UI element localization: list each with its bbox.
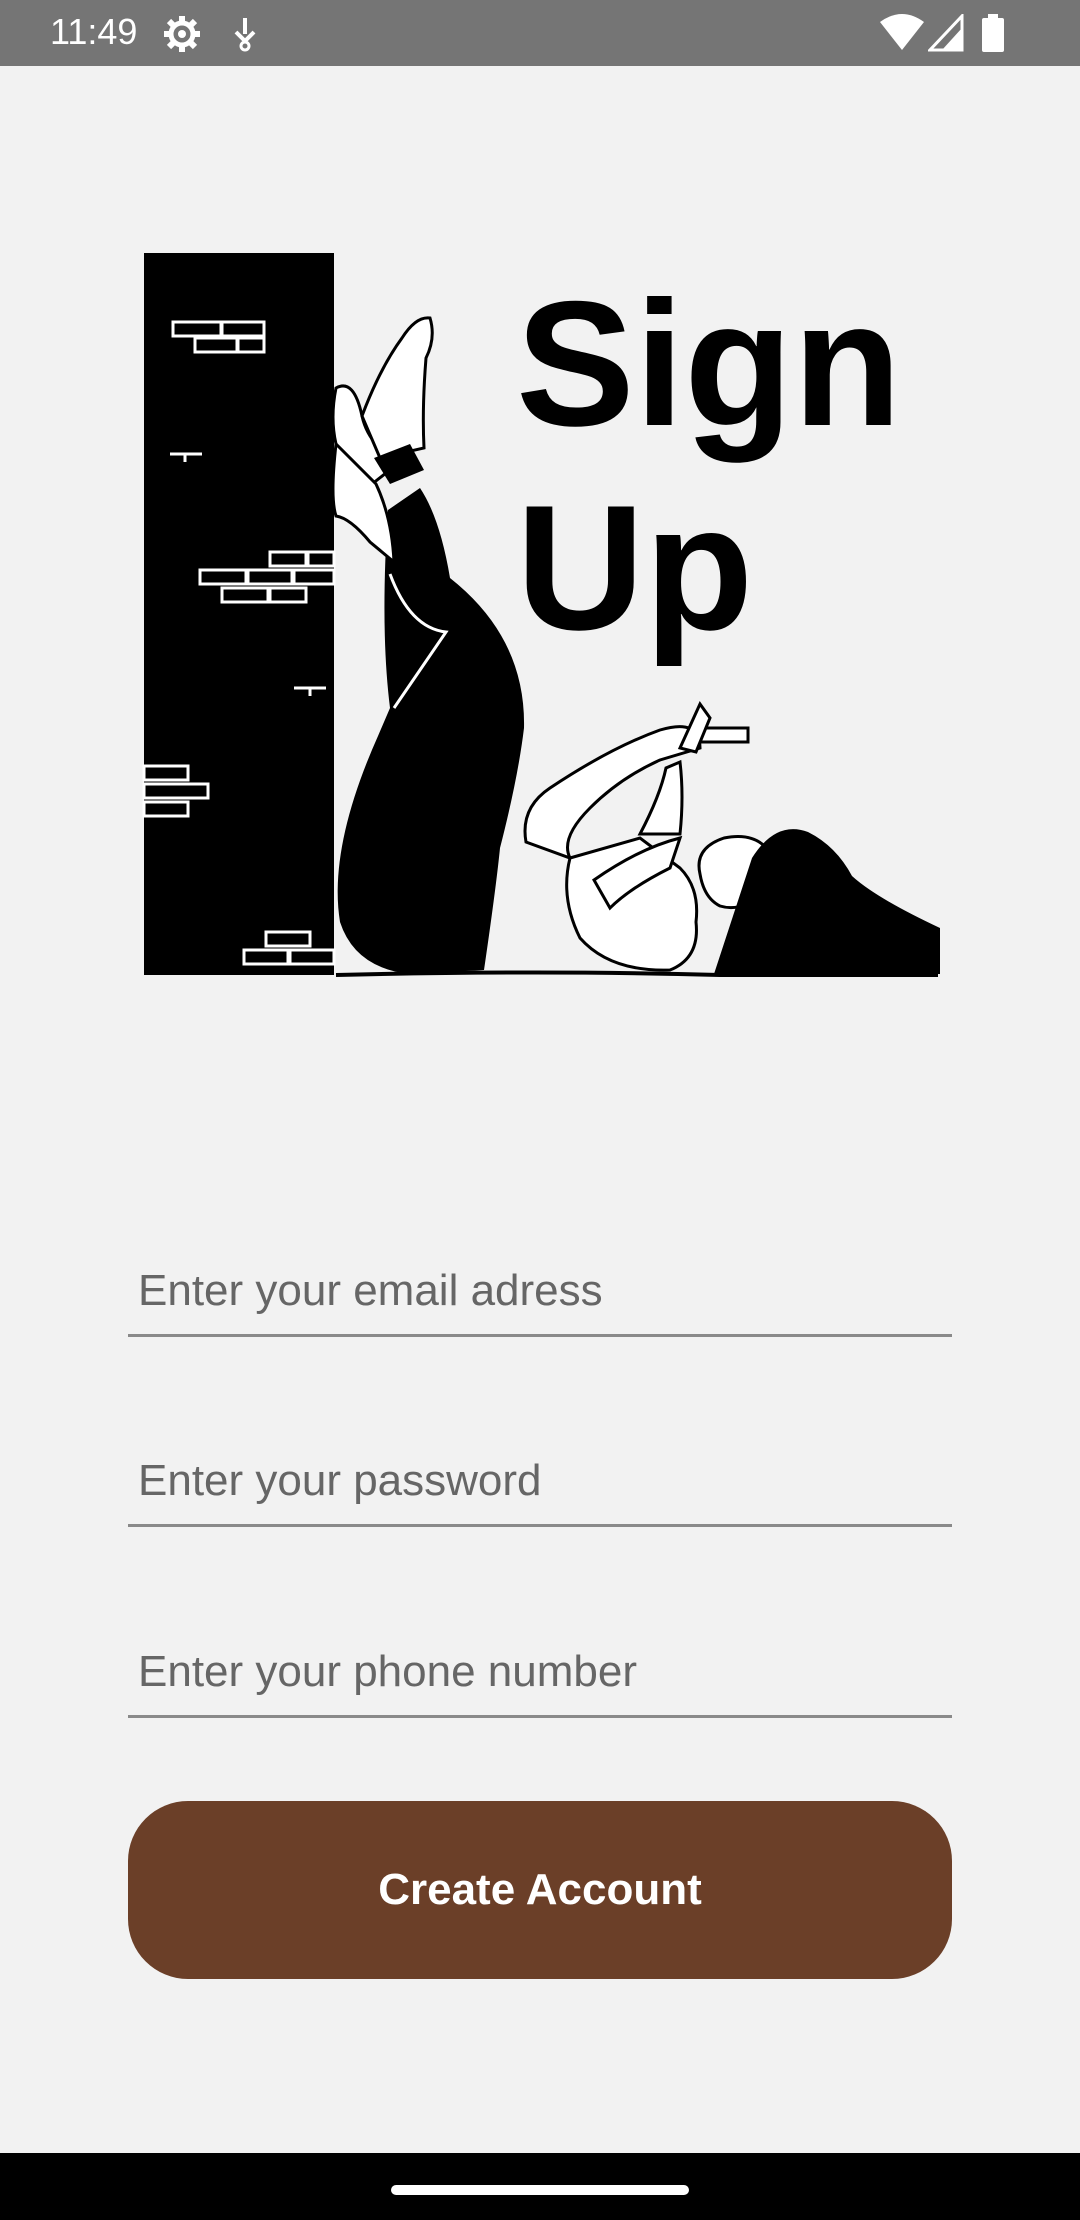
home-gesture-handle[interactable]: [391, 2185, 689, 2195]
download-icon: [230, 14, 260, 59]
password-field-container: [128, 1404, 952, 1527]
phone-field-container: [128, 1595, 952, 1718]
page-title-line2: Up: [516, 468, 754, 667]
wifi-icon: [880, 14, 924, 57]
navigation-bar: [0, 2153, 1080, 2220]
page-title-line1: Sign: [516, 264, 902, 463]
brick-wall: [142, 253, 336, 975]
create-account-button[interactable]: Create Account: [128, 1801, 952, 1979]
battery-icon: [980, 14, 1006, 57]
status-bar: 11:49: [0, 0, 1080, 66]
page-title: Sign Up: [516, 262, 902, 670]
email-field[interactable]: [138, 1266, 938, 1316]
gear-icon: [162, 14, 202, 59]
password-field[interactable]: [138, 1456, 938, 1506]
phone-field[interactable]: [138, 1647, 938, 1697]
email-field-container: [128, 1214, 952, 1337]
signal-icon: [926, 12, 964, 57]
status-time: 11:49: [50, 11, 138, 52]
